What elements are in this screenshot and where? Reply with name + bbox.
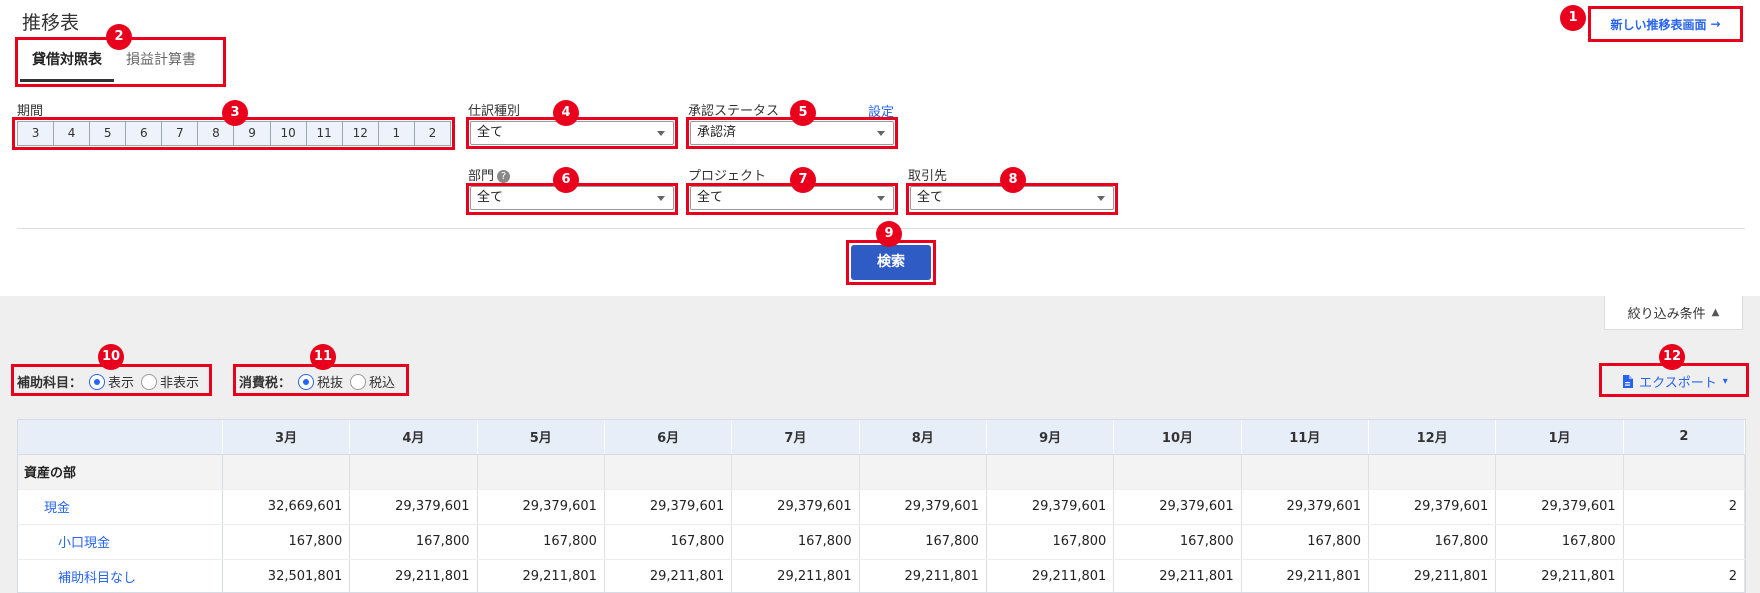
table-cell: 167,800 bbox=[1495, 524, 1624, 560]
annotation-badge: 4 bbox=[553, 100, 579, 126]
column-header: 7月 bbox=[731, 420, 860, 455]
table-cell: 2 bbox=[1623, 559, 1745, 592]
annotation-badge: 10 bbox=[98, 344, 124, 370]
annotation-badge: 9 bbox=[876, 221, 902, 247]
table-cell: 167,800 bbox=[731, 524, 860, 560]
row-label-cell: 資産の部 bbox=[18, 454, 223, 490]
table-cell bbox=[1623, 454, 1745, 490]
column-header: 11月 bbox=[1241, 420, 1369, 455]
column-header: 12月 bbox=[1368, 420, 1497, 455]
section-label: 資産の部 bbox=[24, 466, 77, 481]
row-label-cell: 小口現金 bbox=[18, 524, 223, 560]
annotation-badge: 1 bbox=[1560, 5, 1586, 31]
table-cell bbox=[1113, 454, 1242, 490]
annotation-badge: 5 bbox=[790, 100, 816, 126]
filter-toggle-button[interactable]: 絞り込み条件 ▲ bbox=[1604, 296, 1743, 330]
table-cell: 29,211,801 bbox=[349, 559, 478, 592]
table-cell bbox=[349, 454, 478, 490]
account-link[interactable]: 補助科目なし bbox=[24, 571, 136, 586]
table-cell: 29,379,601 bbox=[1368, 489, 1497, 525]
table-row: 現金 32,669,601 29,379,601 29,379,601 29,379,6… bbox=[18, 489, 1745, 525]
table-cell: 29,379,601 bbox=[1495, 489, 1624, 525]
table-cell: 2 bbox=[1623, 489, 1745, 525]
column-header: 6月 bbox=[604, 420, 733, 455]
table-cell: 167,800 bbox=[1113, 524, 1242, 560]
table-cell: 167,800 bbox=[477, 524, 605, 560]
table-cell: 32,669,601 bbox=[222, 489, 351, 525]
table-cell: 29,211,801 bbox=[477, 559, 605, 592]
table-row: 補助科目なし 32,501,801 29,211,801 29,211,801 29,2… bbox=[18, 559, 1745, 592]
annotation-badge: 6 bbox=[553, 167, 579, 193]
table-cell: 32,501,801 bbox=[222, 559, 351, 592]
column-header: 2 bbox=[1623, 420, 1745, 455]
table-header-row: 3月 4月 5月 6月 7月 8月 9月 10月 11月 12月 1月 2 bbox=[18, 420, 1745, 455]
annotation-badge: 8 bbox=[1000, 167, 1026, 193]
table-cell: 29,211,801 bbox=[1113, 559, 1242, 592]
page-title: 推移表 bbox=[22, 12, 80, 34]
row-label-cell: 補助科目なし bbox=[18, 559, 223, 592]
table-cell: 29,379,601 bbox=[731, 489, 860, 525]
table-cell bbox=[986, 454, 1115, 490]
annotation-box bbox=[1588, 6, 1743, 42]
table-cell: 29,211,801 bbox=[1368, 559, 1497, 592]
table-cell bbox=[1241, 454, 1369, 490]
table-cell: 167,800 bbox=[859, 524, 987, 560]
table-cell: 29,211,801 bbox=[604, 559, 733, 592]
table-cell bbox=[859, 454, 987, 490]
annotation-box bbox=[686, 117, 898, 149]
table-row: 小口現金 167,800 167,800 167,800 167,800 167,800 1… bbox=[18, 524, 1745, 560]
annotation-badge: 3 bbox=[222, 100, 248, 126]
table-cell: 167,800 bbox=[349, 524, 478, 560]
table-cell: 29,379,601 bbox=[604, 489, 733, 525]
table-cell: 29,211,801 bbox=[1495, 559, 1624, 592]
table-cell: 167,800 bbox=[986, 524, 1115, 560]
column-header: 9月 bbox=[986, 420, 1115, 455]
annotation-badge: 11 bbox=[310, 344, 336, 370]
column-header-account bbox=[18, 420, 223, 455]
table-cell: 167,800 bbox=[222, 524, 351, 560]
account-link[interactable]: 現金 bbox=[24, 501, 70, 516]
project-label: プロジェクト bbox=[688, 169, 767, 184]
report-table: 3月 4月 5月 6月 7月 8月 9月 10月 11月 12月 1月 2 資産… bbox=[18, 420, 1745, 592]
transition-table: 3月 4月 5月 6月 7月 8月 9月 10月 11月 12月 1月 2 資産… bbox=[17, 419, 1746, 593]
column-header: 8月 bbox=[859, 420, 987, 455]
partner-label: 取引先 bbox=[908, 169, 948, 184]
account-link[interactable]: 小口現金 bbox=[24, 536, 110, 551]
table-cell bbox=[222, 454, 351, 490]
table-cell bbox=[477, 454, 605, 490]
table-cell: 29,379,601 bbox=[477, 489, 605, 525]
column-header: 3月 bbox=[222, 420, 351, 455]
help-icon[interactable]: ? bbox=[497, 170, 511, 183]
table-cell: 29,379,601 bbox=[986, 489, 1115, 525]
table-cell: 29,211,801 bbox=[986, 559, 1115, 592]
table-cell: 29,379,601 bbox=[1241, 489, 1369, 525]
chevron-up-icon: ▲ bbox=[1711, 307, 1720, 318]
department-label: 部門? bbox=[468, 165, 511, 184]
table-section-row: 資産の部 bbox=[18, 454, 1745, 490]
annotation-badge: 2 bbox=[106, 24, 132, 50]
annotation-badge: 7 bbox=[790, 167, 816, 193]
column-header: 10月 bbox=[1113, 420, 1242, 455]
table-cell bbox=[1495, 454, 1624, 490]
table-cell: 29,211,801 bbox=[1241, 559, 1369, 592]
table-cell bbox=[1623, 524, 1745, 560]
table-cell bbox=[731, 454, 860, 490]
table-cell: 167,800 bbox=[1368, 524, 1497, 560]
row-label-cell: 現金 bbox=[18, 489, 223, 525]
table-cell: 29,211,801 bbox=[731, 559, 860, 592]
column-header: 1月 bbox=[1495, 420, 1624, 455]
table-cell: 29,379,601 bbox=[1113, 489, 1242, 525]
department-label-text: 部門 bbox=[468, 169, 495, 184]
table-cell bbox=[604, 454, 733, 490]
annotation-badge: 12 bbox=[1659, 344, 1685, 370]
table-cell: 167,800 bbox=[1241, 524, 1369, 560]
table-cell: 29,379,601 bbox=[349, 489, 478, 525]
column-header: 4月 bbox=[349, 420, 478, 455]
table-cell: 29,379,601 bbox=[859, 489, 987, 525]
filter-toggle-label: 絞り込み条件 bbox=[1627, 307, 1706, 322]
table-cell: 167,800 bbox=[604, 524, 733, 560]
table-cell: 29,211,801 bbox=[859, 559, 987, 592]
table-cell bbox=[1368, 454, 1497, 490]
column-header: 5月 bbox=[477, 420, 605, 455]
